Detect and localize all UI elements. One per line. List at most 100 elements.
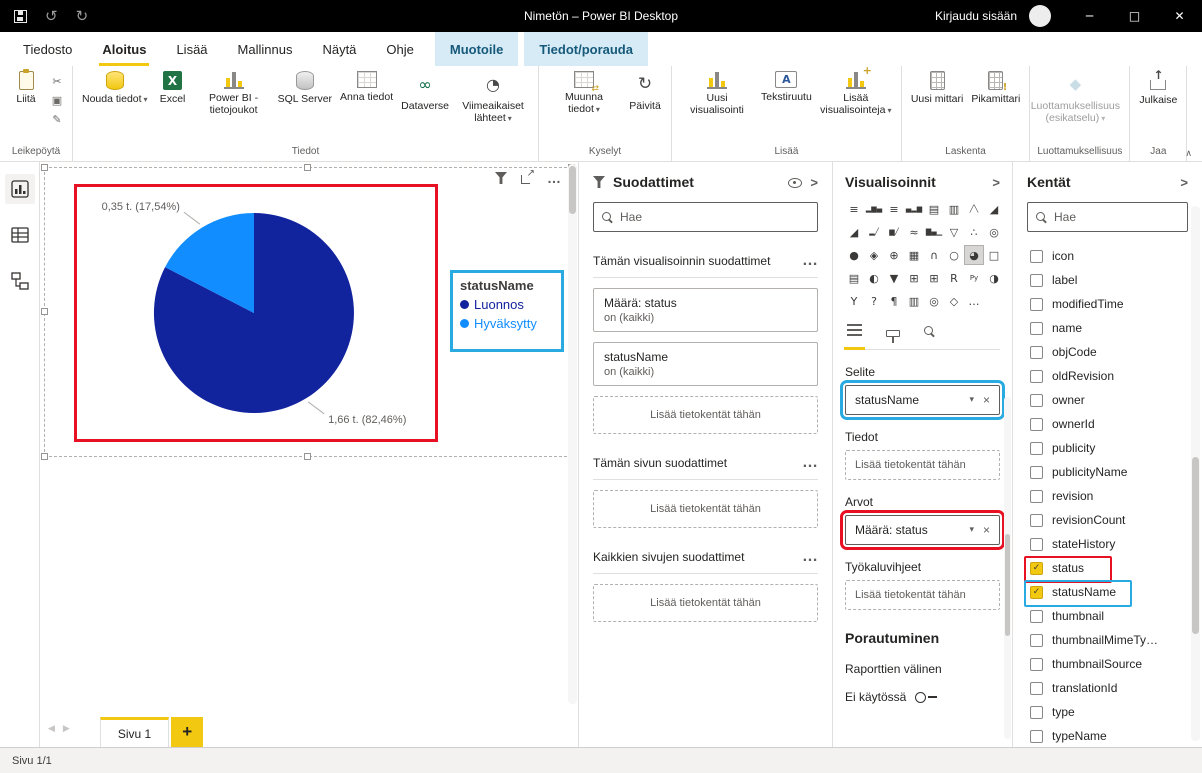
map-icon[interactable]: ◎ <box>985 223 1003 241</box>
fields-search-input[interactable] <box>1054 210 1179 224</box>
line-and-clustered-column-chart-icon[interactable]: ▆╱ <box>885 223 903 241</box>
model-view-button[interactable] <box>5 266 35 296</box>
funnel-chart-icon[interactable]: ▽ <box>945 223 963 241</box>
checkbox-icon[interactable]: ✓ <box>1030 562 1043 575</box>
gauge-icon[interactable]: ∩ <box>925 246 943 264</box>
scatter-chart-icon[interactable]: ∴ <box>965 223 983 241</box>
checkbox-icon[interactable] <box>1030 658 1043 671</box>
chevron-down-icon[interactable]: ▾ <box>969 395 974 405</box>
report-canvas[interactable]: … 1,66 t. (82,46%)0,35 t. (17,54%) statu… <box>40 162 578 747</box>
tab-ohje[interactable]: Ohje <box>371 32 428 66</box>
line-and-stacked-column-chart-icon[interactable]: ▂╱ <box>865 223 883 241</box>
field-row-icon[interactable]: icon <box>1013 244 1202 268</box>
slicer-icon[interactable]: ▼ <box>885 269 903 287</box>
filter-card-m-r-status[interactable]: Määrä: statuson (kaikki) <box>593 288 818 332</box>
format-painter-icon[interactable]: ✎ <box>47 111 67 128</box>
checkbox-icon[interactable] <box>1030 514 1043 527</box>
add-fields-dropzone[interactable]: Lisää tietokentät tähän <box>593 490 818 528</box>
muunna-tiedot-button[interactable]: Muunna tiedot▾ <box>544 68 624 119</box>
visualizations-scrollbar-thumb[interactable] <box>1005 534 1010 637</box>
more-visuals-icon[interactable]: … <box>965 292 983 310</box>
focus-mode-icon[interactable] <box>521 172 533 184</box>
card-icon[interactable]: □ <box>985 246 1003 264</box>
new-page-button[interactable]: + <box>171 717 203 747</box>
r-script-visual-icon[interactable]: R <box>945 269 963 287</box>
data-view-button[interactable] <box>5 220 35 250</box>
maximize-button[interactable]: □ <box>1112 0 1157 32</box>
tab-aloitus[interactable]: Aloitus <box>87 32 161 66</box>
field-row-modifiedTime[interactable]: modifiedTime <box>1013 292 1202 316</box>
pie-chart[interactable]: 1,66 t. (82,46%)0,35 t. (17,54%) <box>77 187 435 439</box>
minimize-button[interactable]: ─ <box>1067 0 1112 32</box>
uusi-mittari-button[interactable]: Uusi mittari <box>907 68 968 108</box>
checkbox-icon[interactable] <box>1030 466 1043 479</box>
nouda-tiedot-button[interactable]: Nouda tiedot▾ <box>78 68 152 108</box>
field-row-label[interactable]: label <box>1013 268 1202 292</box>
stacked-column-chart-icon[interactable]: ▂▆▄ <box>865 200 883 218</box>
checkbox-icon[interactable] <box>1030 298 1043 311</box>
excel-button[interactable]: Excel <box>152 68 194 108</box>
lis-visualisointeja-button[interactable]: Lisää visualisointeja▾ <box>816 68 896 120</box>
treemap-icon[interactable]: ▦ <box>905 246 923 264</box>
collapse-filters-icon[interactable]: > <box>810 175 818 190</box>
tab-muotoile[interactable]: Muotoile <box>435 32 518 66</box>
remove-field-icon[interactable]: × <box>983 523 990 537</box>
tab-tiedosto[interactable]: Tiedosto <box>8 32 87 66</box>
field-row-statusName[interactable]: ✓statusName <box>1013 580 1202 604</box>
ty-kaluvihjeet-placeholder[interactable]: Lisää tietokentät tähän <box>845 580 1000 610</box>
field-row-typeName[interactable]: typeName <box>1013 724 1202 748</box>
field-row-objCode[interactable]: objCode <box>1013 340 1202 364</box>
fields-searchbox[interactable] <box>1027 202 1188 232</box>
field-row-owner[interactable]: owner <box>1013 388 1202 412</box>
field-row-publicityName[interactable]: publicityName <box>1013 460 1202 484</box>
pikamittari-button[interactable]: Pikamittari <box>967 68 1024 108</box>
field-row-thumbnail[interactable]: thumbnail <box>1013 604 1202 628</box>
visual-more-options-icon[interactable]: … <box>547 170 562 186</box>
checkbox-icon[interactable] <box>1030 418 1043 431</box>
multi-row-card-icon[interactable]: ▤ <box>845 269 863 287</box>
area-chart-icon[interactable]: ◢ <box>985 200 1003 218</box>
visual-filter-icon[interactable] <box>495 172 507 184</box>
uusi-visualisointi-button[interactable]: Uusi visualisointi <box>677 68 757 120</box>
matrix-icon[interactable]: ⊞ <box>925 269 943 287</box>
prev-page-icon[interactable]: ◀ <box>48 724 55 734</box>
ribbon-chart-icon[interactable]: ≈ <box>905 223 923 241</box>
field-row-oldRevision[interactable]: oldRevision <box>1013 364 1202 388</box>
anna-tiedot-button[interactable]: Anna tiedot <box>336 68 397 106</box>
more-options-icon[interactable]: … <box>802 252 818 270</box>
table-icon[interactable]: ⊞ <box>905 269 923 287</box>
checkbox-icon[interactable] <box>1030 322 1043 335</box>
tekstiruutu-button[interactable]: Tekstiruutu <box>757 68 816 106</box>
selite-field[interactable]: statusName▾× <box>845 385 1000 415</box>
100-stacked-column-chart-icon[interactable]: ▥ <box>945 200 963 218</box>
filter-card-statusname[interactable]: statusNameon (kaikki) <box>593 342 818 386</box>
azure-map-icon[interactable]: ⊕ <box>885 246 903 264</box>
checkbox-icon[interactable] <box>1030 346 1043 359</box>
report-view-button[interactable] <box>5 174 35 204</box>
qna-icon[interactable]: ? <box>865 292 883 310</box>
checkbox-icon[interactable] <box>1030 274 1043 287</box>
line-chart-icon[interactable]: ╱╲ <box>965 200 983 218</box>
100-stacked-bar-chart-icon[interactable]: ▤ <box>925 200 943 218</box>
field-row-stateHistory[interactable]: stateHistory <box>1013 532 1202 556</box>
checkbox-icon[interactable] <box>1030 610 1043 623</box>
paginated-report-icon[interactable]: ▥ <box>905 292 923 310</box>
viimeaikaiset-l-hteet-button[interactable]: Viimeaikaiset lähteet▾ <box>453 68 533 128</box>
selection-handle[interactable] <box>304 164 311 171</box>
checkbox-icon[interactable] <box>1030 370 1043 383</box>
selection-handle[interactable] <box>41 308 48 315</box>
undo-icon[interactable]: ↺ <box>45 7 58 25</box>
collapse-fields-icon[interactable]: > <box>1180 175 1188 190</box>
eye-icon[interactable] <box>787 175 802 189</box>
field-row-type[interactable]: type <box>1013 700 1202 724</box>
tab-n-yt[interactable]: Näytä <box>307 32 371 66</box>
tab-analytics[interactable] <box>924 324 935 349</box>
canvas-scrollbar-thumb[interactable] <box>569 166 576 214</box>
checkbox-icon[interactable]: ✓ <box>1030 586 1043 599</box>
field-row-revision[interactable]: revision <box>1013 484 1202 508</box>
tab-lis[interactable]: Lisää <box>161 32 222 66</box>
checkbox-icon[interactable] <box>1030 538 1043 551</box>
field-row-translationId[interactable]: translationId <box>1013 676 1202 700</box>
tab-mallinnus[interactable]: Mallinnus <box>223 32 308 66</box>
fields-scrollbar[interactable] <box>1191 206 1200 741</box>
